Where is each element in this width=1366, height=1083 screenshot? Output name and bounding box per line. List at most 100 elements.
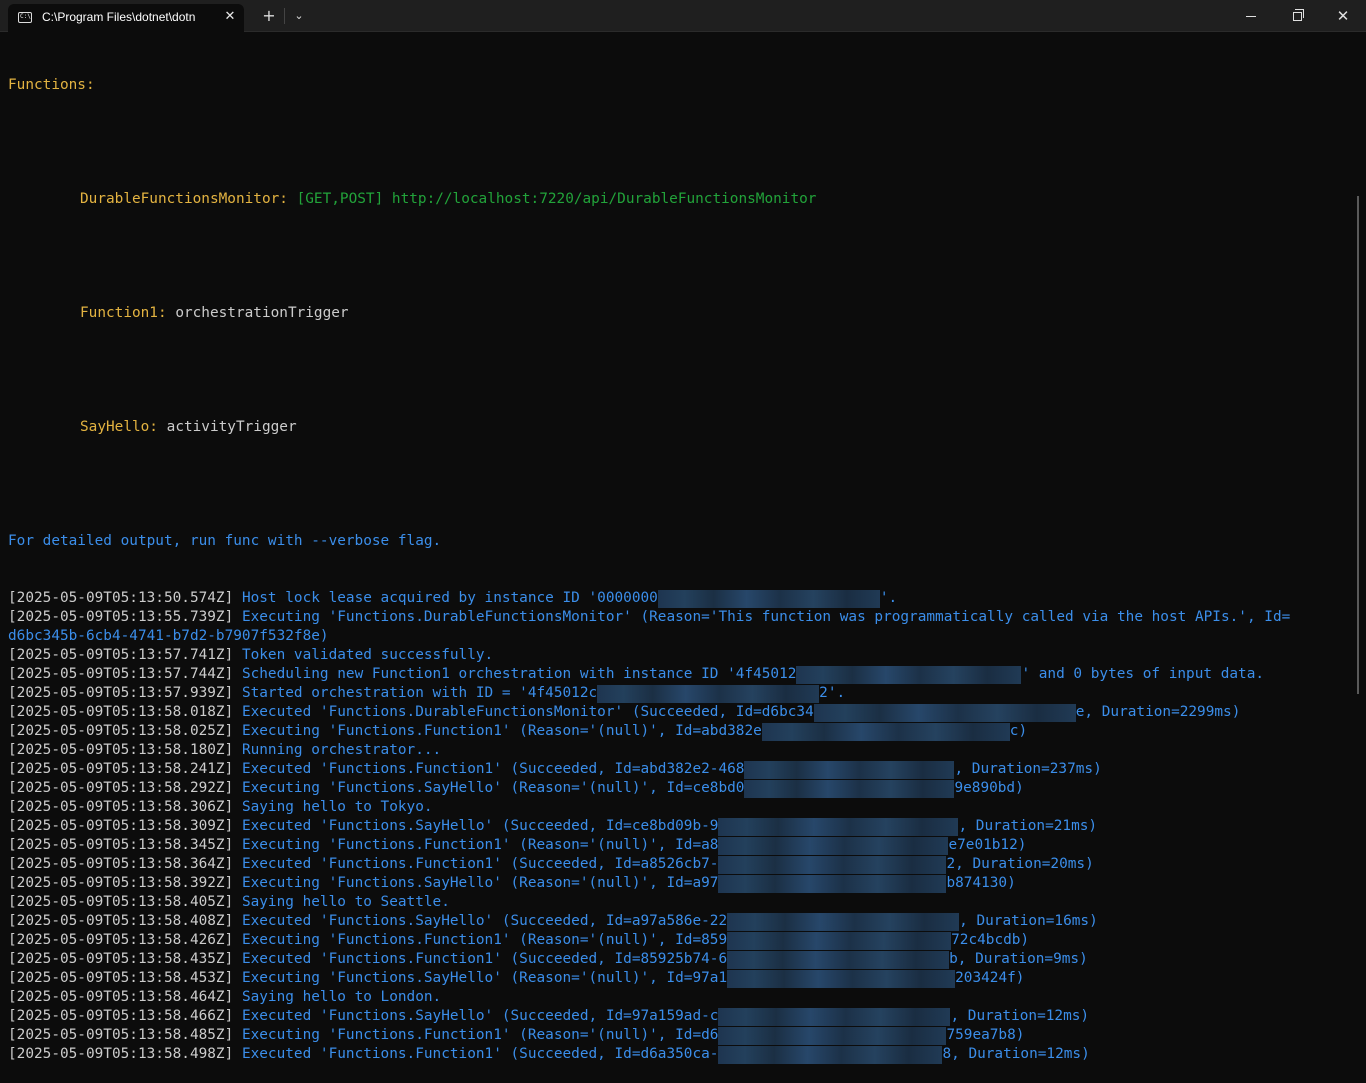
log-message: d6bc345b-6cb4-4741-b7d2-b7907f532f8e): [8, 628, 329, 644]
redaction-block: [727, 970, 955, 988]
log-message-tail: c): [1009, 723, 1028, 739]
log-timestamp: [2025-05-09T05:13:58.345Z]: [8, 837, 234, 853]
verbose-hint: For detailed output, run func with --ver…: [8, 533, 442, 549]
log-message: Executing 'Functions.Function1' (Reason=…: [241, 1027, 719, 1043]
log-line: [2025-05-09T05:13:57.744Z] Scheduling ne…: [8, 665, 1348, 684]
function-name: SayHello:: [80, 419, 158, 435]
function-entry: DurableFunctionsMonitor: [GET,POST] http…: [8, 190, 1348, 209]
log-line: [2025-05-09T05:13:58.435Z] Executed 'Fun…: [8, 950, 1348, 969]
redaction-block: [718, 1046, 942, 1064]
log-line: [2025-05-09T05:13:58.466Z] Executed 'Fun…: [8, 1007, 1348, 1026]
log-line: [2025-05-09T05:13:58.241Z] Executed 'Fun…: [8, 760, 1348, 779]
log-timestamp: [2025-05-09T05:13:57.744Z]: [8, 666, 234, 682]
scrollbar[interactable]: [1357, 196, 1359, 694]
minimize-button[interactable]: [1228, 0, 1274, 32]
tab-title: C:\Program Files\dotnet\dotn: [42, 10, 196, 24]
log-timestamp: [2025-05-09T05:13:58.466Z]: [8, 1008, 234, 1024]
log-line: [2025-05-09T05:13:58.498Z] Executed 'Fun…: [8, 1045, 1348, 1064]
log-timestamp: [2025-05-09T05:13:58.306Z]: [8, 799, 234, 815]
log-message-tail: '.: [879, 590, 898, 606]
log-message: Executing 'Functions.SayHello' (Reason='…: [241, 780, 745, 796]
log-message-tail: 72c4bcdb): [951, 932, 1030, 948]
log-timestamp: [2025-05-09T05:13:58.435Z]: [8, 951, 234, 967]
redaction-block: [762, 723, 1010, 741]
log-line: [2025-05-09T05:13:58.405Z] Saying hello …: [8, 893, 1348, 912]
redaction-block: [727, 913, 959, 931]
log-timestamp: [2025-05-09T05:13:58.426Z]: [8, 932, 234, 948]
log-message: Executing 'Functions.Function1' (Reason=…: [241, 723, 762, 739]
log-line: [2025-05-09T05:13:58.364Z] Executed 'Fun…: [8, 855, 1348, 874]
log-message: Executing 'Functions.Function1' (Reason=…: [241, 932, 728, 948]
log-line: [2025-05-09T05:13:57.741Z] Token validat…: [8, 646, 1348, 665]
log-timestamp: [2025-05-09T05:13:50.574Z]: [8, 590, 234, 606]
log-message-tail: , Duration=12ms): [950, 1008, 1090, 1024]
function-name: Function1:: [80, 305, 167, 321]
log-timestamp: [2025-05-09T05:13:58.241Z]: [8, 761, 234, 777]
title-bar: C:\ C:\Program Files\dotnet\dotn ✕ + ⌄ ✕: [0, 0, 1366, 32]
log-message-tail: , Duration=16ms): [959, 913, 1098, 929]
log-timestamp: [2025-05-09T05:13:58.309Z]: [8, 818, 234, 834]
plus-icon[interactable]: +: [257, 4, 281, 28]
log-line: [2025-05-09T05:13:58.464Z] Saying hello …: [8, 988, 1348, 1007]
log-line: [2025-05-09T05:13:58.408Z] Executed 'Fun…: [8, 912, 1348, 931]
redaction-block: [727, 932, 951, 950]
log-timestamp: [2025-05-09T05:13:58.025Z]: [8, 723, 234, 739]
log-message-tail: ' and 0 bytes of input data.: [1021, 666, 1265, 682]
log-timestamp: [2025-05-09T05:13:58.405Z]: [8, 894, 234, 910]
maximize-icon: [1292, 8, 1304, 21]
redaction-block: [744, 761, 954, 779]
close-button[interactable]: ✕: [1320, 0, 1366, 32]
log-message: Executed 'Functions.SayHello' (Succeeded…: [241, 1008, 719, 1024]
function-entry: Function1: orchestrationTrigger: [8, 304, 1348, 323]
log-message-tail: 203424f): [955, 970, 1025, 986]
maximize-button[interactable]: [1274, 0, 1320, 32]
log-line: [2025-05-09T05:13:57.939Z] Started orche…: [8, 684, 1348, 703]
log-timestamp: [2025-05-09T05:13:58.292Z]: [8, 780, 234, 796]
chevron-down-icon[interactable]: ⌄: [287, 4, 311, 28]
function-name: DurableFunctionsMonitor:: [80, 191, 288, 207]
redaction-block: [718, 818, 958, 836]
log-message-tail: , Duration=237ms): [954, 761, 1102, 777]
log-message: Executed 'Functions.Function1' (Succeede…: [241, 1046, 719, 1062]
log-message-tail: 8, Duration=12ms): [942, 1046, 1090, 1062]
log-message-tail: 2'.: [819, 685, 846, 701]
log-timestamp: [2025-05-09T05:13:57.741Z]: [8, 647, 234, 663]
log-message: Executed 'Functions.DurableFunctionsMoni…: [241, 704, 814, 720]
functions-header: Functions:: [8, 77, 95, 93]
log-message: Running orchestrator...: [241, 742, 442, 758]
redaction-block: [658, 590, 880, 608]
log-message: Scheduling new Function1 orchestration w…: [241, 666, 797, 682]
log-line: [2025-05-09T05:13:58.345Z] Executing 'Fu…: [8, 836, 1348, 855]
terminal-icon: C:\: [18, 12, 32, 23]
redaction-block: [718, 875, 946, 893]
log-line: [2025-05-09T05:13:58.018Z] Executed 'Fun…: [8, 703, 1348, 722]
redaction-block: [814, 704, 1076, 722]
redaction-block: [718, 837, 948, 855]
log-message-tail: 9e890bd): [954, 780, 1024, 796]
log-message-tail: e, Duration=2299ms): [1075, 704, 1241, 720]
log-timestamp: [2025-05-09T05:13:58.485Z]: [8, 1027, 234, 1043]
log-message-tail: b, Duration=9ms): [949, 951, 1088, 967]
log-message: Saying hello to London.: [241, 989, 442, 1005]
log-timestamp: [2025-05-09T05:13:58.498Z]: [8, 1046, 234, 1062]
log-message-tail: , Duration=21ms): [958, 818, 1098, 834]
function-detail[interactable]: [GET,POST] http://localhost:7220/api/Dur…: [297, 191, 817, 207]
log-line: [2025-05-09T05:13:58.392Z] Executing 'Fu…: [8, 874, 1348, 893]
log-message: Saying hello to Seattle.: [241, 894, 450, 910]
log-line: [2025-05-09T05:13:58.306Z] Saying hello …: [8, 798, 1348, 817]
toolbar-divider: [284, 8, 285, 24]
redaction-block: [796, 666, 1021, 684]
log-timestamp: [2025-05-09T05:13:58.180Z]: [8, 742, 234, 758]
log-line: [2025-05-09T05:13:55.739Z] Executing 'Fu…: [8, 608, 1348, 627]
console-output[interactable]: Functions: DurableFunctionsMonitor: [GET…: [8, 38, 1348, 1083]
terminal-tab[interactable]: C:\ C:\Program Files\dotnet\dotn ✕: [8, 4, 244, 32]
log-message-tail: b874130): [946, 875, 1016, 891]
close-icon[interactable]: ✕: [220, 7, 240, 27]
function-entry: SayHello: activityTrigger: [8, 418, 1348, 437]
log-timestamp: [2025-05-09T05:13:58.018Z]: [8, 704, 234, 720]
function-detail: activityTrigger: [166, 419, 297, 435]
log-message: Executed 'Functions.SayHello' (Succeeded…: [241, 818, 719, 834]
log-message-tail: e7e01b12): [948, 837, 1027, 853]
log-message: Started orchestration with ID = '4f45012…: [241, 685, 598, 701]
log-timestamp: [2025-05-09T05:13:58.408Z]: [8, 913, 234, 929]
